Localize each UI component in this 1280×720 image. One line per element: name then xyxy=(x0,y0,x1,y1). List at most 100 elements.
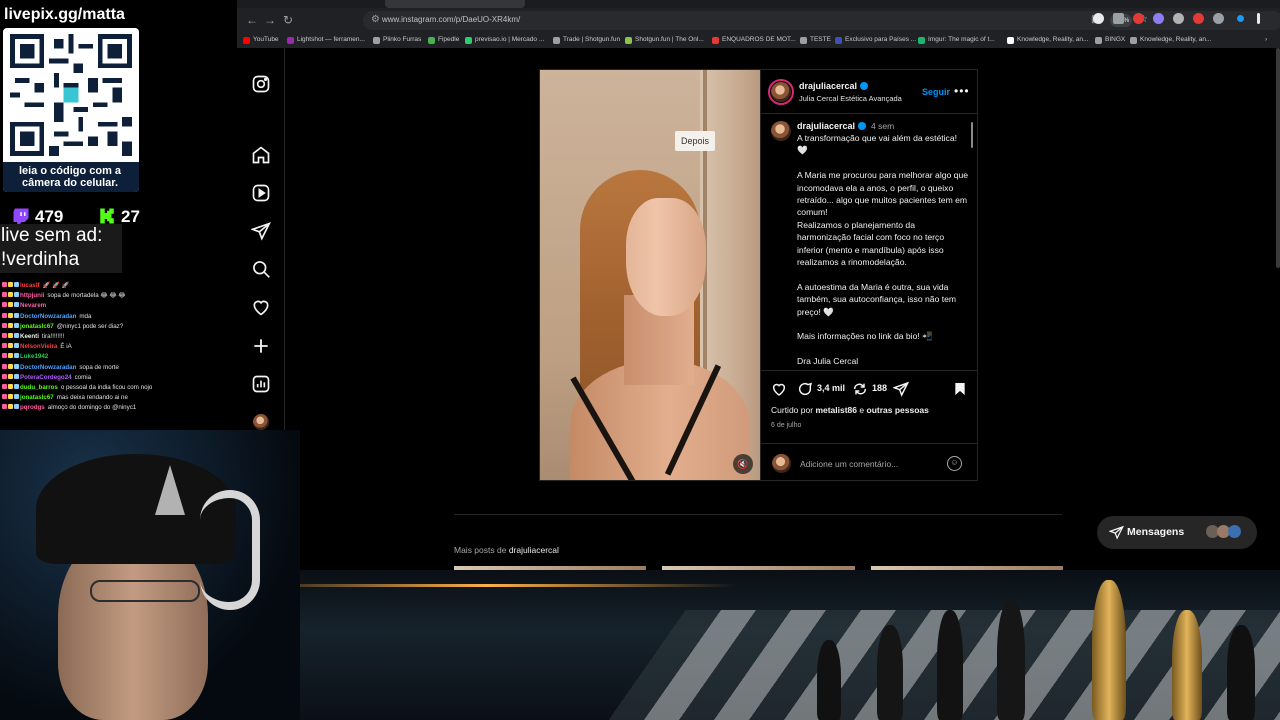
comments-count[interactable]: 3,4 mil xyxy=(817,383,845,393)
author-subtitle[interactable]: Julia Cercal Estética Avançada xyxy=(799,94,902,103)
bookmark[interactable]: Knowledge, Reality, an... xyxy=(1007,35,1088,45)
chat-message: DoctorNowzaradan mda xyxy=(2,312,237,322)
messages-button[interactable]: Mensagens xyxy=(1097,516,1257,549)
reload-icon[interactable]: ↻ xyxy=(281,13,295,27)
reposts-count[interactable]: 188 xyxy=(872,383,887,393)
comment-input[interactable] xyxy=(800,457,940,471)
chess-piece xyxy=(997,600,1025,720)
streamer-glasses xyxy=(90,580,200,602)
chat-message: pqrodgs almoço do domingo do @ninyc1 xyxy=(2,403,237,413)
like-heart-icon[interactable] xyxy=(771,381,787,397)
caption-paragraph: A Maria me procurou para melhorar algo q… xyxy=(797,170,969,268)
message-avatar xyxy=(1228,525,1241,538)
liked-by-user[interactable]: metalist86 xyxy=(815,405,857,415)
chat-badge-icon xyxy=(2,384,7,390)
home-icon[interactable] xyxy=(251,145,271,165)
chat-username: jonataslc67 xyxy=(20,394,54,402)
direct-icon[interactable] xyxy=(250,221,271,241)
verified-badge-icon xyxy=(860,82,869,90)
extension-icon[interactable] xyxy=(1193,13,1204,24)
chat-badge-icon xyxy=(14,394,19,400)
chat-badge-icon xyxy=(14,333,19,339)
bookmark[interactable]: Exclusivo para Países ... xyxy=(835,35,916,45)
chat-badge-icon xyxy=(8,312,13,318)
caption-paragraph: Dra Julia Cercal xyxy=(797,356,859,367)
extension-icon[interactable] xyxy=(1153,13,1164,24)
author-avatar[interactable] xyxy=(771,82,791,102)
chat-badge-icon xyxy=(8,343,13,349)
chat-message: Nevarem xyxy=(2,301,237,311)
save-bookmark-icon[interactable] xyxy=(952,381,968,397)
forward-icon[interactable]: → xyxy=(263,13,277,27)
caption-username[interactable]: drajuliacercal 4 sem xyxy=(797,121,894,131)
caption-paragraph: Mais informações no link da bio! 📲 xyxy=(797,331,933,342)
bookmark[interactable]: previsao.io | Mercado ... xyxy=(465,35,544,45)
liked-by: Curtido por metalist86 e outras pessoas xyxy=(771,405,929,415)
chat-badge-icon xyxy=(14,322,19,328)
screen: ← → ↻ ⚙ www.instagram.com/p/DaeUO-XR4km/… xyxy=(0,0,1280,720)
webcam-feed xyxy=(0,430,300,720)
browser-chrome: ← → ↻ ⚙ www.instagram.com/p/DaeUO-XR4km/… xyxy=(237,0,1280,48)
commenter-avatar xyxy=(772,454,791,473)
extension-icon[interactable] xyxy=(1237,15,1244,22)
glow-line xyxy=(237,584,737,587)
reels-icon[interactable] xyxy=(251,183,271,203)
more-posts-user[interactable]: drajuliacercal xyxy=(509,545,559,555)
media-tag: Depois xyxy=(675,131,715,151)
bookmark[interactable]: BINGX xyxy=(1095,35,1125,45)
bookmark[interactable]: Imgur: The magic of t... xyxy=(918,35,995,45)
create-icon[interactable] xyxy=(251,336,271,356)
active-tab[interactable] xyxy=(385,0,525,8)
puzzle-icon[interactable] xyxy=(1113,13,1124,24)
follow-button[interactable]: Seguir xyxy=(922,87,950,97)
bookmark[interactable]: Trade | Shotgun.fun xyxy=(553,35,620,45)
bookmark[interactable]: Plinko Furras xyxy=(373,35,421,45)
bookmark[interactable]: YouTube xyxy=(243,35,279,45)
bookmark[interactable]: Lightshot — ferramen... xyxy=(287,35,365,45)
chat-badge-icon xyxy=(2,292,7,298)
emoji-icon[interactable]: ☺ xyxy=(947,456,962,471)
chat-badge-icon xyxy=(2,333,7,339)
menu-icon[interactable] xyxy=(1257,13,1260,24)
more-posts-prefix: Mais posts de xyxy=(454,545,507,555)
post-video[interactable]: Depois 🔇 xyxy=(540,70,760,480)
messages-label: Mensagens xyxy=(1127,526,1185,538)
extension-icon[interactable] xyxy=(1093,13,1104,24)
extension-icon[interactable] xyxy=(1133,13,1144,24)
bookmark[interactable]: Shotgun.fun | The Onl... xyxy=(625,35,704,45)
post-card: Depois 🔇 drajuliacercal Julia Cercal Est… xyxy=(539,69,978,481)
chat-username: PoteraCordego24 xyxy=(20,373,72,381)
bookmark[interactable]: ENQUADROS DE MOT... xyxy=(712,35,796,45)
mute-icon[interactable]: 🔇 xyxy=(733,454,753,474)
more-options-icon[interactable]: ••• xyxy=(954,84,970,98)
comment-icon[interactable] xyxy=(797,381,813,397)
instagram-logo-icon[interactable] xyxy=(251,74,271,94)
liked-by-others[interactable]: outras pessoas xyxy=(867,405,929,415)
post-date[interactable]: 6 de julho xyxy=(771,422,801,429)
back-icon[interactable]: ← xyxy=(245,13,259,27)
search-icon[interactable] xyxy=(251,259,271,279)
url-text[interactable]: www.instagram.com/p/DaeUO-XR4km/ xyxy=(382,15,520,24)
page-scrollbar[interactable] xyxy=(1276,48,1280,268)
insights-icon[interactable] xyxy=(251,374,271,394)
heart-icon[interactable] xyxy=(251,297,271,317)
caption-avatar[interactable] xyxy=(771,121,791,141)
send-icon xyxy=(1109,525,1124,540)
chat-message: jonataslc67 mas deixa rendando ai ne xyxy=(2,393,237,403)
chat-username: DoctorNowzaradan xyxy=(20,312,77,320)
share-icon[interactable] xyxy=(892,381,910,397)
bookmarks-overflow-icon[interactable]: › xyxy=(1265,35,1267,45)
chat-username: httpjunii xyxy=(20,292,45,300)
extension-icon[interactable] xyxy=(1173,13,1184,24)
bookmark[interactable]: Knowledge, Reality, an... xyxy=(1130,35,1211,45)
no-ad-line-1: live sem ad: xyxy=(1,225,103,246)
profile-avatar[interactable] xyxy=(251,412,271,432)
chess-piece xyxy=(877,625,903,720)
author-username[interactable]: drajuliacercal xyxy=(799,81,869,91)
chat-message: Keenti tira!!!!!!!! xyxy=(2,332,237,342)
repost-icon[interactable] xyxy=(852,381,868,397)
extension-icon[interactable] xyxy=(1213,13,1224,24)
bookmark[interactable]: Fipedle xyxy=(428,35,459,45)
caption-scrollbar[interactable] xyxy=(971,122,973,148)
bookmark[interactable]: TESTE xyxy=(800,35,831,45)
